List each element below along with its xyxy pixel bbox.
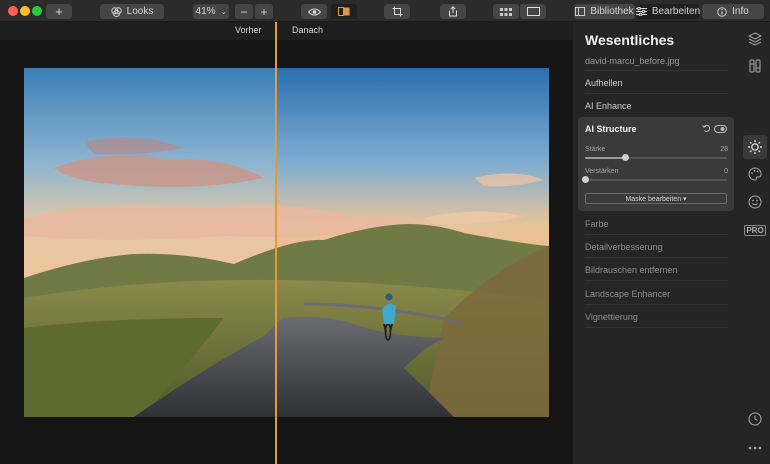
boost-label: Verstärken	[585, 168, 619, 175]
landscape-cyclist-photo	[24, 68, 549, 417]
tool-category-rail: PRO	[740, 22, 770, 464]
tool-aufhellen[interactable]: Aufhellen	[585, 78, 623, 88]
sliders-icon	[635, 7, 647, 16]
tool-bildrauschen[interactable]: Bildrauschen entfernen	[585, 265, 678, 275]
pro-label: PRO	[744, 224, 766, 236]
looks-label: Looks	[126, 6, 154, 17]
tool-farbe[interactable]: Farbe	[585, 219, 609, 229]
zoom-window-button[interactable]	[32, 6, 42, 16]
close-window-button[interactable]	[8, 6, 18, 16]
tool-landscape-enhancer[interactable]: Landscape Enhancer	[585, 289, 670, 299]
info-label: Info	[732, 6, 749, 17]
layers-icon[interactable]	[747, 31, 763, 47]
before-label: Vorher	[235, 25, 262, 35]
edit-panel: Wesentliches david-marcu_before.jpg Aufh…	[573, 22, 740, 464]
card-title: AI Structure	[585, 124, 637, 134]
strength-label: Stärke	[585, 146, 606, 153]
history-icon[interactable]	[747, 411, 763, 427]
ai-structure-card: AI Structure Stärke 28 Verstärken 0 Mask…	[578, 117, 734, 211]
tool-ai-enhance[interactable]: AI Enhance	[585, 101, 632, 111]
strength-slider[interactable]	[585, 154, 727, 161]
strength-slider-knob[interactable]	[621, 154, 629, 161]
divider	[585, 327, 728, 328]
divider	[585, 257, 728, 258]
chevron-down-icon: ⌄	[220, 8, 227, 16]
library-label: Bibliothek	[590, 6, 634, 17]
single-view-button[interactable]	[520, 4, 546, 19]
library-tab[interactable]: Bibliothek	[574, 4, 635, 19]
face-icon[interactable]	[747, 194, 763, 210]
looks-icon	[110, 6, 122, 17]
library-icon	[575, 7, 586, 16]
compare-button[interactable]	[331, 4, 357, 19]
strength-slider-fill	[585, 157, 625, 159]
photo-canvas: Vorher Danach	[0, 22, 573, 464]
info-icon	[717, 6, 727, 17]
zoom-out-button[interactable]: −	[235, 4, 253, 19]
divider	[585, 70, 728, 71]
edit-mask-button[interactable]: Maske bearbeiten ▾	[585, 193, 727, 204]
add-button[interactable]: +	[46, 4, 72, 19]
zoom-in-button[interactable]: +	[255, 4, 273, 19]
strength-value: 28	[720, 146, 728, 153]
comparison-labels-bar: Vorher Danach	[0, 22, 573, 40]
pro-icon[interactable]: PRO	[744, 222, 766, 238]
divider	[585, 304, 728, 305]
edit-label: Bearbeiten	[651, 6, 701, 17]
palette-icon[interactable]	[747, 166, 763, 182]
compare-icon	[338, 7, 350, 16]
info-tab[interactable]: Info	[702, 4, 764, 19]
crop-button[interactable]	[384, 4, 410, 19]
eye-icon	[307, 8, 321, 16]
crop-icon	[392, 6, 403, 17]
looks-button[interactable]: Looks	[100, 4, 164, 19]
preview-button[interactable]	[301, 4, 327, 19]
toggle-icon[interactable]	[714, 124, 727, 136]
grid-view-button[interactable]	[493, 4, 519, 19]
title-bar: + Looks 41% ⌄ − + Bibliothek Bearbeiten …	[0, 0, 770, 22]
edit-tab[interactable]: Bearbeiten	[635, 4, 701, 19]
more-icon[interactable]	[747, 440, 763, 456]
single-view-icon	[526, 7, 540, 16]
divider	[585, 93, 728, 94]
tool-detailverbesserung[interactable]: Detailverbesserung	[585, 242, 663, 252]
tool-vignettierung[interactable]: Vignettierung	[585, 312, 638, 322]
divider	[585, 234, 728, 235]
zoom-value: 41%	[195, 6, 216, 17]
reset-icon[interactable]	[702, 124, 711, 136]
panel-title: Wesentliches	[585, 32, 675, 48]
zoom-in-label: +	[260, 4, 268, 19]
after-label: Danach	[292, 25, 324, 35]
grid-icon	[500, 7, 512, 16]
comparison-divider[interactable]	[275, 22, 277, 464]
divider	[585, 280, 728, 281]
add-label: +	[55, 4, 63, 19]
sun-icon[interactable]	[743, 135, 767, 159]
minimize-window-button[interactable]	[20, 6, 30, 16]
file-name: david-marcu_before.jpg	[585, 56, 680, 66]
zoom-out-label: −	[240, 4, 248, 19]
share-button[interactable]	[440, 4, 466, 19]
adjust-icon[interactable]	[747, 58, 763, 74]
boost-slider[interactable]	[582, 176, 727, 183]
zoom-select[interactable]: 41% ⌄	[193, 4, 229, 19]
photo-preview[interactable]	[24, 68, 549, 417]
boost-slider-knob[interactable]	[582, 176, 589, 183]
boost-value: 0	[724, 168, 728, 175]
share-icon	[448, 6, 458, 17]
